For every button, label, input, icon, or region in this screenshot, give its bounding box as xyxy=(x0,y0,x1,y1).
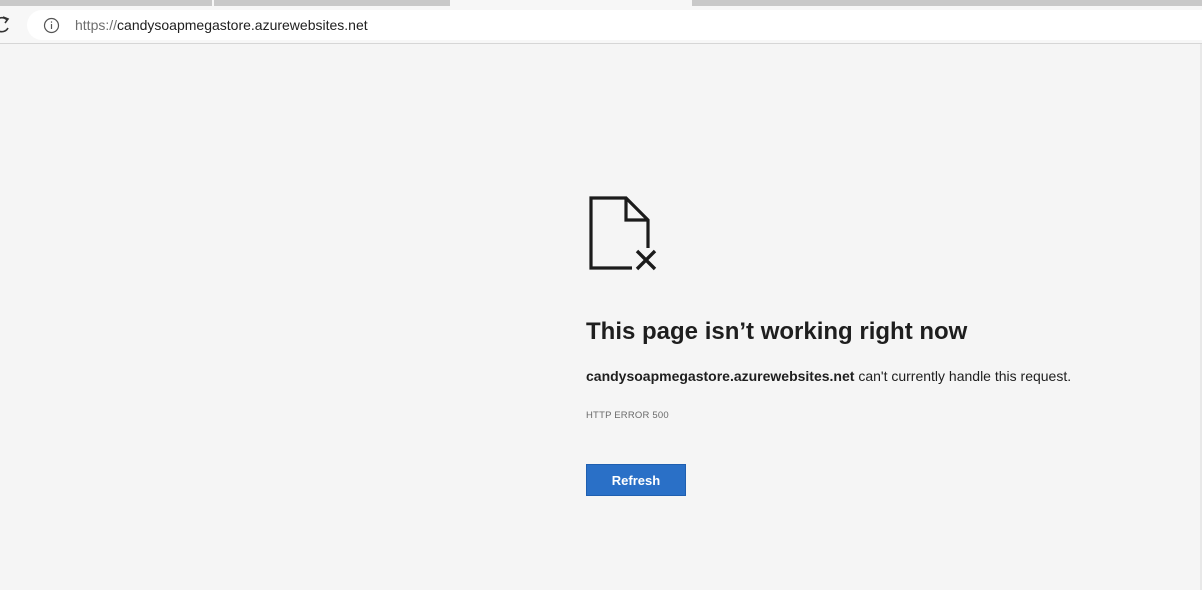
error-code: HTTP ERROR 500 xyxy=(586,410,669,421)
url-host: candysoapmegastore.azurewebsites.net xyxy=(117,17,368,33)
error-host: candysoapmegastore.azurewebsites.net xyxy=(586,368,855,384)
browser-toolbar: https://candysoapmegastore.azurewebsites… xyxy=(0,6,1202,44)
page-title: This page isn’t working right now xyxy=(586,318,968,345)
refresh-button[interactable]: Refresh xyxy=(586,464,686,496)
error-content: This page isn’t working right now candys… xyxy=(586,196,1146,496)
error-message: candysoapmegastore.azurewebsites.net can… xyxy=(586,368,1146,384)
info-icon[interactable] xyxy=(43,17,60,34)
url-scheme: https:// xyxy=(75,17,118,33)
url-text[interactable]: https://candysoapmegastore.azurewebsites… xyxy=(75,17,368,33)
address-bar[interactable]: https://candysoapmegastore.azurewebsites… xyxy=(27,10,1202,40)
reload-icon[interactable] xyxy=(0,14,12,36)
error-message-text: can't currently handle this request. xyxy=(854,368,1072,384)
document-error-icon xyxy=(589,196,658,272)
